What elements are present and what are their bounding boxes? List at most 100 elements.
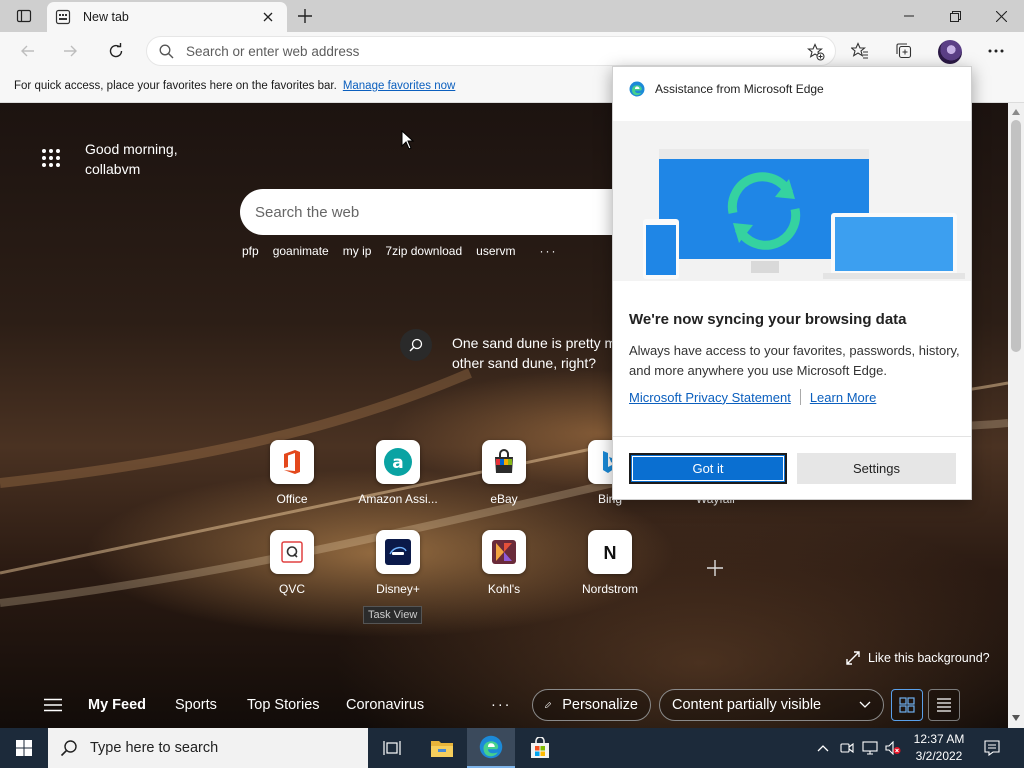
new-tab-button[interactable] [292, 5, 318, 27]
greeting-line1: Good morning, [85, 141, 178, 157]
grid-layout-button[interactable] [891, 689, 923, 721]
top-site-label: eBay [490, 492, 518, 506]
top-site-label: Amazon Assi... [358, 492, 438, 506]
popup-header: Assistance from Microsoft Edge [629, 81, 824, 97]
clock-date: 3/2/2022 [915, 749, 963, 763]
tab-actions-icon [16, 9, 32, 23]
personalize-button[interactable]: Personalize [532, 689, 651, 721]
minimize-button[interactable] [886, 0, 932, 32]
address-placeholder: Search or enter web address [186, 43, 360, 59]
edge-taskbar-button[interactable] [467, 728, 515, 768]
close-window-button[interactable] [978, 0, 1024, 32]
edge-logo-icon [479, 735, 503, 759]
microsoft-store-button[interactable] [516, 728, 564, 768]
quick-link[interactable]: uservm [476, 244, 515, 258]
minimize-icon [904, 15, 914, 17]
settings-more-button[interactable] [980, 36, 1012, 66]
scroll-up-icon[interactable] [1012, 109, 1020, 115]
content-visibility-dropdown[interactable]: Content partially visible [659, 689, 884, 721]
restore-button[interactable] [932, 0, 978, 32]
image-info-button[interactable] [400, 329, 432, 361]
grid-layout-icon [899, 697, 915, 713]
task-view-button[interactable] [368, 728, 416, 768]
network-button[interactable] [861, 728, 879, 768]
scrollbar-thumb[interactable] [1011, 120, 1021, 352]
top-site-tile[interactable]: eBay [462, 440, 546, 506]
quick-link[interactable]: my ip [343, 244, 372, 258]
store-bag-icon [531, 737, 549, 758]
ebay-icon [482, 440, 526, 484]
feed-tab-sports[interactable]: Sports [175, 697, 217, 713]
close-tab-button[interactable] [257, 6, 279, 28]
popup-divider [613, 436, 971, 437]
collections-icon [896, 43, 912, 59]
browser-toolbar: Search or enter web address [0, 32, 1024, 70]
top-site-tile[interactable]: a Amazon Assi... [356, 440, 440, 506]
quick-links-more[interactable]: ··· [539, 244, 557, 258]
taskbar-clock[interactable]: 12:37 AM 3/2/2022 [900, 731, 978, 765]
add-favorite-button[interactable] [807, 43, 825, 61]
apps-launcher-button[interactable] [40, 147, 62, 169]
network-icon [862, 741, 878, 755]
got-it-button[interactable]: Got it [629, 453, 787, 484]
manage-favorites-link[interactable]: Manage favorites now [343, 80, 456, 92]
sync-assistance-popup: Assistance from Microsoft Edge We're now… [612, 66, 972, 500]
office-icon [270, 440, 314, 484]
popup-links: Microsoft Privacy Statement Learn More [629, 389, 876, 405]
taskbar-search-placeholder: Type here to search [90, 740, 219, 756]
quick-link[interactable]: pfp [242, 244, 259, 258]
new-tab-page-icon [55, 9, 71, 25]
top-site-tile[interactable]: N Nordstrom [568, 530, 652, 596]
forward-arrow-icon [64, 45, 77, 57]
web-search-box[interactable]: Search the web [240, 189, 640, 235]
personalize-label: Personalize [562, 697, 638, 713]
top-site-tile[interactable]: Office [250, 440, 334, 506]
search-icon [60, 740, 77, 757]
feed-tab-coronavirus[interactable]: Coronavirus [346, 697, 424, 713]
feed-tab-top-stories[interactable]: Top Stories [247, 697, 320, 713]
like-background-button[interactable]: Like this background? [846, 651, 990, 665]
privacy-statement-link[interactable]: Microsoft Privacy Statement [629, 390, 791, 405]
start-button[interactable] [0, 728, 48, 768]
scroll-down-icon[interactable] [1012, 715, 1020, 721]
feed-more-button[interactable]: ··· [491, 697, 512, 713]
profile-avatar[interactable] [938, 40, 962, 64]
quick-links: pfp goanimate my ip 7zip download uservm… [242, 244, 557, 258]
add-site-button[interactable] [698, 551, 732, 585]
forward-button[interactable] [54, 36, 86, 66]
tab-new-tab[interactable]: New tab [47, 2, 287, 32]
address-bar[interactable]: Search or enter web address [146, 36, 836, 66]
tab-actions-button[interactable] [8, 5, 40, 27]
mouse-cursor-icon [401, 130, 415, 150]
taskbar-search-box[interactable]: Type here to search [48, 728, 368, 768]
action-center-button[interactable] [980, 728, 1004, 768]
windows-logo-icon [16, 740, 32, 756]
learn-more-link[interactable]: Learn More [810, 390, 876, 405]
top-site-label: Disney+ [376, 582, 420, 596]
feed-menu-button[interactable] [44, 698, 62, 712]
top-site-tile[interactable]: Disney+ [356, 530, 440, 596]
list-layout-button[interactable] [928, 689, 960, 721]
meet-now-icon [840, 742, 854, 754]
list-layout-icon [937, 698, 951, 712]
volume-muted-icon [885, 741, 901, 755]
star-plus-icon [807, 43, 825, 61]
title-bar: New tab [0, 0, 1024, 32]
like-background-label: Like this background? [868, 651, 990, 665]
meet-now-button[interactable] [838, 728, 856, 768]
back-button[interactable] [12, 36, 44, 66]
top-site-tile[interactable]: Kohl's [462, 530, 546, 596]
expand-icon [846, 651, 860, 665]
top-site-tile[interactable]: QVC [250, 530, 334, 596]
sync-settings-button[interactable]: Settings [797, 453, 956, 484]
feed-tab-my-feed[interactable]: My Feed [88, 697, 146, 713]
collections-button[interactable] [888, 36, 920, 66]
top-site-label: Nordstrom [581, 582, 638, 596]
file-explorer-button[interactable] [418, 728, 466, 768]
quick-link[interactable]: 7zip download [385, 244, 462, 258]
quick-link[interactable]: goanimate [273, 244, 329, 258]
refresh-button[interactable] [100, 36, 132, 66]
show-hidden-icons-button[interactable] [814, 728, 832, 768]
favorites-button[interactable] [844, 36, 876, 66]
image-caption[interactable]: One sand dune is pretty m other sand dun… [452, 333, 612, 373]
